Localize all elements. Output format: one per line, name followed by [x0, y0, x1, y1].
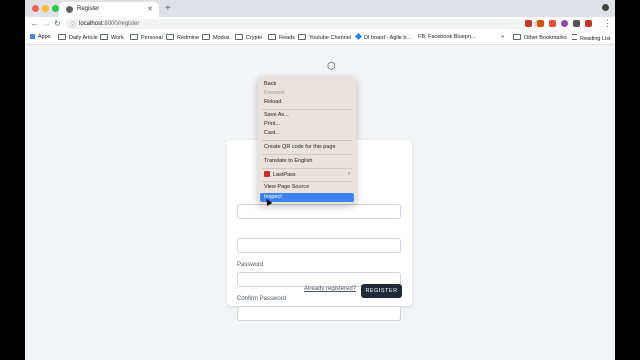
folder-icon: [298, 34, 306, 40]
bookmark-label: Crypto: [246, 35, 263, 41]
folder-icon: [58, 34, 66, 40]
menu-separator: [262, 168, 352, 169]
bookmark-modus[interactable]: Modus: [202, 34, 230, 41]
back-icon[interactable]: ←: [30, 18, 39, 28]
bookmark-label: Apps: [38, 34, 51, 40]
folder-icon: [513, 34, 521, 40]
folder-icon: [202, 34, 210, 40]
folder-icon: [166, 34, 174, 40]
maximize-window-icon[interactable]: [52, 5, 59, 12]
bookmarks-bar: Apps Daily Article Work Personal Redmine…: [25, 31, 615, 45]
context-menu: Back Forward Reload Save As... Print... …: [258, 77, 356, 204]
email-input[interactable]: [237, 238, 401, 253]
url-host: localhost: [79, 21, 103, 27]
menu-item-translate[interactable]: Translate to English: [264, 158, 312, 164]
minimize-window-icon[interactable]: [42, 5, 49, 12]
menu-item-print[interactable]: Print...: [264, 121, 280, 127]
info-icon[interactable]: ⓘ: [70, 20, 76, 29]
menu-icon[interactable]: ⋮: [603, 18, 612, 29]
confirm-password-input[interactable]: [237, 306, 401, 321]
bookmark-label: Modus: [213, 35, 230, 41]
extension-icon[interactable]: [537, 20, 544, 27]
bookmark-label: Redmine: [177, 35, 200, 41]
bookmark-work[interactable]: Work: [100, 34, 124, 41]
bookmark-label: DI board - Agile b...: [364, 35, 412, 41]
bookmark-youtube-channel[interactable]: Youtube Channel: [298, 34, 351, 41]
bookmarks-overflow[interactable]: »: [501, 34, 504, 40]
bookmark-other-bookmarks[interactable]: Other Bookmarks: [513, 34, 567, 41]
profile-icon[interactable]: [585, 20, 592, 27]
menu-item-lastpass[interactable]: LastPass: [264, 171, 296, 178]
new-tab-icon[interactable]: +: [165, 3, 171, 14]
menu-separator: [262, 154, 352, 155]
apps-icon: [30, 34, 35, 39]
bookmark-label: Reading List: [580, 36, 611, 42]
bookmark-daily-article[interactable]: Daily Article: [58, 34, 98, 41]
folder-icon: [100, 34, 108, 40]
menu-item-forward: Forward: [264, 90, 285, 96]
bookmark-label: Personal: [141, 35, 163, 41]
puzzle-icon[interactable]: [573, 20, 580, 27]
extension-icon[interactable]: [549, 20, 556, 27]
close-window-icon[interactable]: [32, 5, 39, 12]
menu-item-cast[interactable]: Cast...: [264, 130, 280, 136]
menu-item-label: LastPass: [273, 172, 296, 178]
reading-list[interactable]: Reading List: [572, 34, 611, 42]
address-bar[interactable]: ⓘ localhost:8000/register ☆: [65, 19, 545, 29]
bookmark-label: Youtube Channel: [309, 35, 352, 41]
menu-item-back[interactable]: Back: [264, 81, 276, 87]
bookmark-label: FB: Facebook Bluepri...: [418, 34, 476, 40]
menu-separator: [262, 140, 352, 141]
bookmark-di-board[interactable]: DI board - Agile b...: [354, 32, 412, 41]
bookmark-redmine[interactable]: Redmine: [166, 34, 199, 41]
tab-title: Register: [77, 6, 100, 12]
jira-icon: [354, 32, 363, 41]
forward-icon[interactable]: →: [42, 18, 51, 28]
menu-separator: [262, 181, 352, 182]
confirm-password-label: Confirm Password: [237, 296, 287, 302]
already-registered-link[interactable]: Already registered?: [304, 286, 356, 292]
lastpass-icon: [264, 171, 270, 177]
menu-item-create-qr[interactable]: Create QR code for this page: [264, 144, 336, 150]
folder-icon: [235, 34, 243, 40]
menu-item-save-as[interactable]: Save As...: [264, 112, 289, 118]
bookmark-personal[interactable]: Personal: [130, 34, 163, 41]
url-text: localhost:8000/register: [79, 21, 139, 27]
tab-search-icon[interactable]: [602, 4, 609, 11]
browser-window: Register ✕ + ← → ↻ ⓘ localhost:8000/regi…: [25, 0, 615, 360]
folder-icon: [130, 34, 138, 40]
name-input[interactable]: [237, 204, 401, 219]
password-label: Password: [237, 262, 264, 268]
app-logo-icon: ⬡: [327, 61, 336, 72]
bookmark-label: Reads: [279, 35, 295, 41]
bookmark-reads[interactable]: Reads: [268, 34, 295, 41]
bookmark-label: Other Bookmarks: [524, 35, 567, 41]
bookmark-apps[interactable]: Apps: [30, 34, 51, 40]
close-tab-icon[interactable]: ✕: [147, 5, 153, 13]
tab-register[interactable]: Register ✕: [59, 2, 159, 17]
reading-list-icon: [572, 34, 577, 40]
menu-separator: [262, 109, 352, 110]
toolbar: ← → ↻ ⓘ localhost:8000/register ☆ ⋮: [25, 17, 615, 31]
menu-item-view-source[interactable]: View Page Source: [264, 184, 309, 190]
extension-icon[interactable]: [561, 20, 568, 27]
chevron-right-icon: ›: [348, 171, 350, 177]
tab-bar: Register ✕ +: [25, 0, 615, 17]
folder-icon: [268, 34, 276, 40]
bookmark-label: Daily Article: [69, 35, 98, 41]
bookmark-facebook-blueprint[interactable]: FB: Facebook Bluepri...: [418, 34, 475, 40]
reload-icon[interactable]: ↻: [54, 19, 61, 28]
url-path: :8000/register: [102, 21, 140, 27]
extension-icon[interactable]: [525, 20, 532, 27]
menu-item-reload[interactable]: Reload: [264, 99, 281, 105]
bookmark-crypto[interactable]: Crypto: [235, 34, 262, 41]
register-button[interactable]: REGISTER: [361, 284, 402, 298]
bookmark-label: Work: [111, 35, 124, 41]
globe-icon: [66, 6, 73, 13]
